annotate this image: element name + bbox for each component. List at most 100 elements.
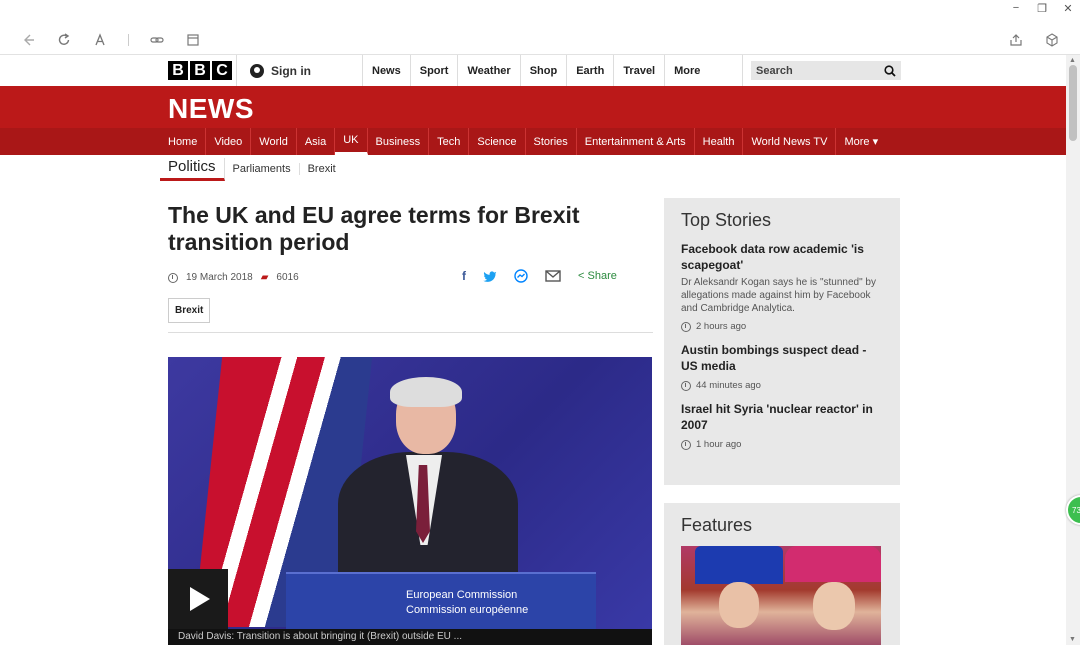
divider: [168, 332, 653, 333]
bbc-logo-letter: B: [190, 61, 210, 80]
speaker-hair: [390, 377, 462, 407]
news-nav-stories[interactable]: Stories: [526, 128, 577, 155]
bbc-global-bar: B B C Sign in News Sport Weather Shop Ea…: [0, 55, 1066, 86]
extension-icon[interactable]: [1044, 32, 1060, 48]
story-time-label: 2 hours ago: [696, 321, 747, 332]
global-nav-shop[interactable]: Shop: [519, 55, 567, 86]
article-meta: 19 March 2018 ▰ 6016: [168, 272, 299, 283]
minimize-button[interactable]: −: [1010, 2, 1022, 15]
news-nav-world-news-tv[interactable]: World News TV: [743, 128, 837, 155]
news-nav-more[interactable]: More ▾: [836, 128, 886, 155]
share-label: Share: [587, 270, 617, 282]
video-player[interactable]: European Commission Commission européenn…: [168, 357, 652, 645]
news-nav-video[interactable]: Video: [206, 128, 252, 155]
subnav-politics[interactable]: Politics: [160, 157, 225, 181]
feature-image-detail: [813, 582, 855, 630]
story-item[interactable]: Israel hit Syria 'nuclear reactor' in 20…: [681, 401, 883, 450]
scroll-thumb[interactable]: [1069, 65, 1077, 141]
facebook-icon[interactable]: f: [462, 269, 466, 283]
features-panel: Features: [664, 503, 900, 645]
news-nav-health[interactable]: Health: [695, 128, 744, 155]
article-date: 19 March 2018: [186, 272, 253, 283]
refresh-icon[interactable]: [56, 32, 72, 48]
search-container: Search: [742, 55, 901, 86]
bbc-logo-letter: B: [168, 61, 188, 80]
story-time-label: 44 minutes ago: [696, 380, 761, 391]
email-icon[interactable]: [545, 270, 561, 282]
browser-chrome: − ❐ ✕: [0, 0, 1080, 55]
clock-icon: [681, 439, 691, 450]
top-stories-title: Top Stories: [681, 210, 772, 230]
share-button[interactable]: < Share: [578, 270, 617, 282]
window-controls: − ❐ ✕: [1010, 2, 1074, 15]
signin-label: Sign in: [271, 63, 311, 78]
podium-line-2: Commission européenne: [406, 604, 529, 616]
story-item[interactable]: Facebook data row academic 'is scapegoat…: [681, 241, 883, 332]
global-nav-travel[interactable]: Travel: [613, 55, 664, 86]
comment-count[interactable]: 6016: [276, 272, 298, 283]
news-nav-world[interactable]: World: [251, 128, 297, 155]
story-time: 2 hours ago: [681, 321, 883, 332]
news-nav-business[interactable]: Business: [368, 128, 430, 155]
global-nav-earth[interactable]: Earth: [566, 55, 613, 86]
close-button[interactable]: ✕: [1062, 2, 1074, 15]
news-nav-uk[interactable]: UK: [335, 128, 368, 155]
secondary-nav: Politics Parliaments Brexit: [160, 157, 344, 181]
back-icon[interactable]: [20, 32, 36, 48]
share-icon[interactable]: [1008, 32, 1024, 48]
story-time: 1 hour ago: [681, 439, 883, 450]
news-nav: Home Video World Asia UK Business Tech S…: [0, 128, 1066, 155]
user-icon: [250, 63, 264, 78]
bbc-logo-letter: C: [212, 61, 232, 80]
story-title[interactable]: Israel hit Syria 'nuclear reactor' in 20…: [681, 401, 883, 433]
bbc-logo[interactable]: B B C: [168, 61, 232, 80]
messenger-icon[interactable]: [514, 269, 528, 283]
feature-image-detail: [695, 546, 783, 584]
story-time-label: 1 hour ago: [696, 439, 742, 450]
podium-line-1: European Commission: [406, 589, 518, 601]
share-nodes-icon: <: [578, 270, 585, 282]
global-nav-more-label: More: [674, 64, 701, 77]
scroll-down-icon[interactable]: ▼: [1069, 636, 1076, 643]
restore-button[interactable]: ❐: [1036, 2, 1048, 15]
feature-image[interactable]: [681, 546, 881, 645]
news-nav-tech[interactable]: Tech: [429, 128, 470, 155]
bbc-global-nav: News Sport Weather Shop Earth Travel Mor…: [362, 55, 764, 86]
play-button[interactable]: [168, 569, 228, 629]
browser-toolbar: [20, 32, 201, 48]
search-placeholder: Search: [756, 64, 793, 77]
page-scrollbar[interactable]: ▲ ▼: [1066, 55, 1080, 645]
link-icon[interactable]: [149, 32, 165, 48]
search-input[interactable]: Search: [751, 61, 901, 80]
story-item[interactable]: Austin bombings suspect dead - US media …: [681, 342, 883, 391]
feature-image-detail: [785, 546, 881, 582]
clock-icon: [681, 380, 691, 391]
topic-tag[interactable]: Brexit: [168, 298, 211, 323]
clock-icon: [681, 321, 691, 332]
news-header: NEWS Home Video World Asia UK Business T…: [0, 86, 1066, 155]
story-title[interactable]: Facebook data row academic 'is scapegoat…: [681, 241, 883, 273]
global-nav-sport[interactable]: Sport: [409, 55, 458, 86]
subnav-parliaments[interactable]: Parliaments: [225, 163, 300, 175]
twitter-icon[interactable]: [483, 270, 497, 282]
news-logo[interactable]: NEWS: [168, 93, 254, 125]
news-nav-asia[interactable]: Asia: [297, 128, 336, 155]
video-caption-bar: David Davis: Transition is about bringin…: [168, 629, 652, 645]
comment-icon[interactable]: ▰: [261, 272, 269, 283]
scroll-up-icon[interactable]: ▲: [1069, 57, 1076, 64]
top-stories-panel: Top Stories Facebook data row academic '…: [664, 198, 900, 485]
global-nav-news[interactable]: News: [362, 55, 410, 86]
news-nav-entertainment[interactable]: Entertainment & Arts: [577, 128, 695, 155]
news-nav-home[interactable]: Home: [160, 128, 207, 155]
story-title[interactable]: Austin bombings suspect dead - US media: [681, 342, 883, 374]
subnav-brexit[interactable]: Brexit: [300, 163, 344, 175]
search-icon[interactable]: [884, 64, 896, 77]
video-caption: David Davis: Transition is about bringin…: [178, 631, 463, 642]
features-title: Features: [681, 515, 753, 535]
signin-link[interactable]: Sign in: [236, 55, 362, 86]
global-nav-weather[interactable]: Weather: [457, 55, 519, 86]
story-time: 44 minutes ago: [681, 380, 883, 391]
font-icon[interactable]: [92, 32, 108, 48]
reader-icon[interactable]: [185, 32, 201, 48]
news-nav-science[interactable]: Science: [469, 128, 526, 155]
